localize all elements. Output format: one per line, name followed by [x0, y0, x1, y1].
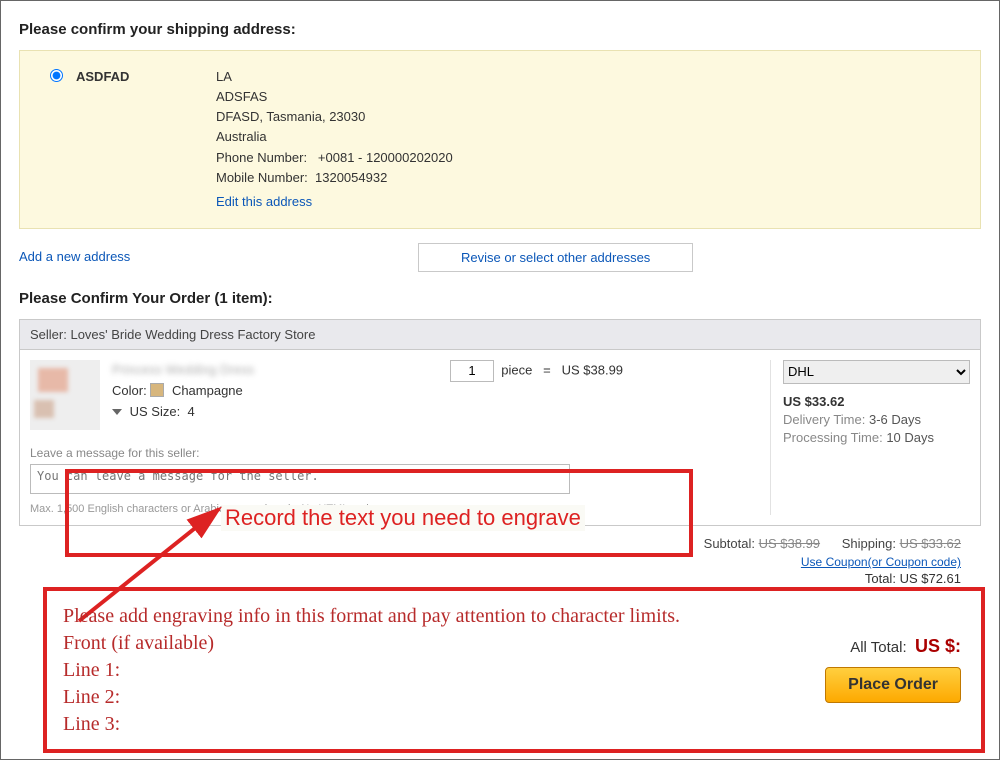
add-address-link[interactable]: Add a new address: [19, 243, 130, 264]
unit-price: US $38.99: [562, 362, 623, 377]
place-order-button[interactable]: Place Order: [825, 667, 961, 703]
address-card: ASDFAD LA ADSFAS DFASD, Tasmania, 23030 …: [19, 50, 981, 229]
piece-label: piece: [501, 362, 532, 377]
caret-down-icon[interactable]: [112, 409, 122, 415]
address-line3: DFASD, Tasmania, 23030: [216, 107, 453, 127]
color-value: Champagne: [172, 383, 243, 398]
address-radio[interactable]: [50, 69, 63, 82]
seller-message-textarea[interactable]: [30, 464, 570, 494]
all-total-value: US $:: [915, 636, 961, 656]
processing-time-value: 10 Days: [886, 430, 934, 445]
total-value: US $72.61: [900, 571, 961, 586]
edit-address-link[interactable]: Edit this address: [216, 192, 312, 212]
delivery-time-label: Delivery Time:: [783, 412, 865, 427]
product-title: Princess Wedding Dress: [112, 360, 760, 381]
use-coupon-link[interactable]: Use Coupon(or Coupon code): [19, 555, 981, 569]
address-country: Australia: [216, 127, 453, 147]
shipping-heading: Please confirm your shipping address:: [19, 21, 981, 38]
subtotal-label: Subtotal:: [704, 536, 755, 551]
phone-label: Phone Number:: [216, 150, 307, 165]
equals-label: =: [543, 362, 551, 377]
size-value: 4: [187, 404, 194, 419]
seller-message-label: Leave a message for this seller:: [30, 446, 760, 460]
quantity-input[interactable]: [450, 360, 494, 382]
processing-time-label: Processing Time:: [783, 430, 883, 445]
order-heading: Please Confirm Your Order (1 item):: [19, 290, 981, 307]
all-total-label: All Total:: [850, 639, 906, 656]
color-label: Color:: [112, 383, 147, 398]
delivery-time-value: 3-6 Days: [869, 412, 921, 427]
address-name: ASDFAD: [76, 67, 216, 212]
address-lines: LA ADSFAS DFASD, Tasmania, 23030 Austral…: [216, 67, 453, 212]
revise-address-button[interactable]: Revise or select other addresses: [418, 243, 693, 272]
address-line2: ADSFAS: [216, 87, 453, 107]
annotation-instruction-text: Please add engraving info in this format…: [63, 603, 763, 738]
mobile-label: Mobile Number:: [216, 170, 308, 185]
phone-value: +0081 - 120000202020: [318, 150, 453, 165]
color-swatch-icon: [150, 383, 164, 397]
annotation-text-record: Record the text you need to engrave: [221, 505, 585, 531]
shipping-value: US $33.62: [900, 536, 961, 551]
total-label: Total:: [865, 571, 896, 586]
size-label: US Size:: [130, 404, 181, 419]
product-thumbnail: [30, 360, 100, 430]
shipping-label: Shipping:: [842, 536, 896, 551]
address-line1: LA: [216, 67, 453, 87]
seller-label: Seller: Loves' Bride Wedding Dress Facto…: [20, 320, 980, 350]
mobile-value: 1320054932: [315, 170, 387, 185]
subtotal-value: US $38.99: [759, 536, 820, 551]
order-block: Seller: Loves' Bride Wedding Dress Facto…: [19, 319, 981, 526]
shipping-carrier-select[interactable]: DHL: [783, 360, 970, 384]
shipping-cost: US $33.62: [783, 394, 970, 409]
